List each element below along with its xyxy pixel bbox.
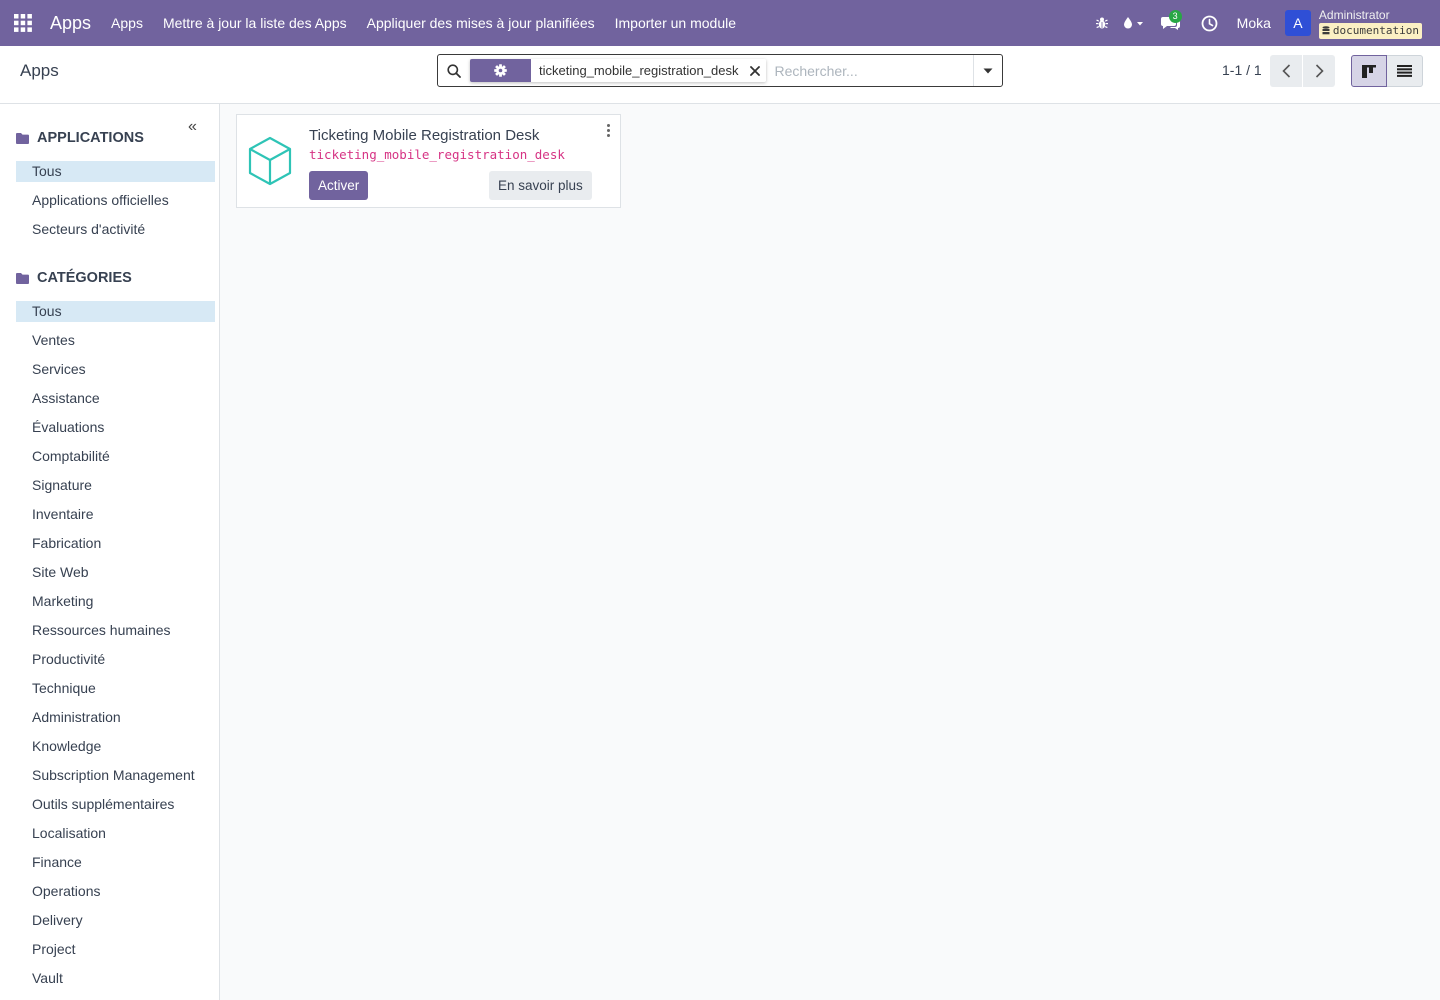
theme-drop-dropdown-icon[interactable]: [1117, 0, 1151, 46]
kanban-icon: [1362, 64, 1376, 78]
applications-section-header: APPLICATIONS: [16, 130, 144, 146]
close-icon[interactable]: [744, 59, 767, 82]
database-name: documentation: [1332, 23, 1419, 37]
folder-icon: [16, 272, 29, 284]
category-item[interactable]: Inventaire: [16, 504, 215, 525]
search-input[interactable]: [766, 56, 973, 85]
categories-title: CATÉGORIES: [37, 270, 132, 286]
list-view-button[interactable]: [1387, 55, 1423, 87]
category-item[interactable]: Ventes: [16, 330, 215, 351]
category-item[interactable]: Marketing: [16, 591, 215, 612]
menu-apps[interactable]: Apps: [101, 0, 153, 46]
filter-application-official[interactable]: Applications officielles: [16, 190, 215, 211]
category-item[interactable]: Subscription Management: [16, 765, 215, 786]
database-icon: [1322, 26, 1330, 35]
pager-value[interactable]: 1-1 / 1: [1222, 62, 1262, 78]
category-item[interactable]: Évaluations: [16, 417, 215, 438]
menu-update-apps-list[interactable]: Mettre à jour la liste des Apps: [153, 0, 357, 46]
category-item[interactable]: Operations: [16, 881, 215, 902]
module-technical-name: ticketing_mobile_registration_desk: [309, 147, 565, 162]
category-item[interactable]: Delivery: [16, 910, 215, 931]
filter-application-all[interactable]: Tous: [16, 161, 215, 182]
category-item[interactable]: Outils supplémentaires: [16, 794, 215, 815]
chevron-right-icon: [1315, 64, 1324, 78]
category-item[interactable]: Technique: [16, 678, 215, 699]
database-badge: documentation: [1318, 22, 1422, 39]
search-options-toggle[interactable]: [973, 55, 1002, 86]
top-navbar: Apps Apps Mettre à jour la liste des App…: [0, 0, 1440, 46]
search-bar: ticketing_mobile_registration_desk: [437, 54, 1003, 87]
search-facet-value: ticketing_mobile_registration_desk: [531, 59, 745, 82]
filter-application-industries[interactable]: Secteurs d'activité: [16, 219, 215, 240]
debug-bug-icon[interactable]: [1087, 0, 1117, 46]
collapse-sidebar-icon[interactable]: «: [188, 118, 197, 136]
pager-buttons: [1270, 55, 1335, 87]
view-switcher: [1351, 55, 1423, 87]
chevron-left-icon: [1281, 64, 1290, 78]
learn-more-button[interactable]: En savoir plus: [489, 171, 592, 200]
user-name: Administrator: [1318, 7, 1390, 22]
pager-previous-button[interactable]: [1270, 55, 1302, 87]
pager-next-button[interactable]: [1303, 55, 1335, 87]
module-kanban-card[interactable]: Ticketing Mobile Registration Desk ticke…: [236, 114, 621, 208]
activate-button[interactable]: Activer: [309, 171, 369, 200]
category-item[interactable]: Localisation: [16, 823, 215, 844]
category-item[interactable]: Comptabilité: [16, 446, 215, 467]
category-item[interactable]: Productivité: [16, 649, 215, 670]
card-dropdown-icon[interactable]: [603, 124, 613, 138]
category-item[interactable]: Administration: [16, 707, 215, 728]
activity-clock-icon[interactable]: [1191, 0, 1229, 46]
app-brand[interactable]: Apps: [50, 13, 91, 34]
user-menu[interactable]: Administrator documentation: [1318, 7, 1422, 39]
app-menu-grid-icon[interactable]: [0, 0, 46, 46]
category-item[interactable]: Tous: [16, 301, 215, 322]
search-panel-sidebar: « APPLICATIONS Tous Applications officie…: [0, 104, 220, 1000]
module-title: Ticketing Mobile Registration Desk: [309, 127, 540, 144]
category-item[interactable]: Services: [16, 359, 215, 380]
menu-apply-scheduled-upgrades[interactable]: Appliquer des mises à jour planifiées: [357, 0, 605, 46]
control-panel: Apps ticketing_mobile_registration_desk …: [0, 46, 1440, 104]
category-item[interactable]: Signature: [16, 475, 215, 496]
category-item[interactable]: Vault: [16, 968, 215, 989]
search-icon[interactable]: [438, 55, 470, 86]
messages-count-badge: 3: [1168, 10, 1182, 23]
user-avatar[interactable]: A: [1284, 10, 1311, 36]
caret-down-icon: [983, 68, 993, 73]
category-item[interactable]: Finance: [16, 852, 215, 873]
cube-icon: [247, 135, 293, 190]
category-item[interactable]: Site Web: [16, 562, 215, 583]
list-icon: [1397, 65, 1412, 77]
messages-chat-icon[interactable]: 3: [1151, 0, 1191, 46]
search-facet: ticketing_mobile_registration_desk: [470, 59, 767, 82]
category-item[interactable]: Knowledge: [16, 736, 215, 757]
menu-import-module[interactable]: Importer un module: [605, 0, 746, 46]
breadcrumb: Apps: [20, 61, 59, 80]
applications-title: APPLICATIONS: [37, 130, 144, 146]
kanban-view-button[interactable]: [1351, 55, 1387, 87]
categories-section-header: CATÉGORIES: [16, 270, 132, 286]
category-item[interactable]: Ressources humaines: [16, 620, 215, 641]
category-item[interactable]: Assistance: [16, 388, 215, 409]
company-switcher[interactable]: Moka: [1237, 15, 1271, 31]
gear-icon: [470, 59, 531, 82]
category-item[interactable]: Fabrication: [16, 533, 215, 554]
folder-icon: [16, 132, 29, 144]
category-item[interactable]: Project: [16, 939, 215, 960]
